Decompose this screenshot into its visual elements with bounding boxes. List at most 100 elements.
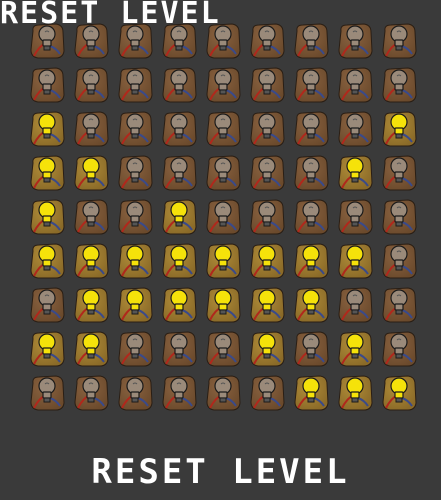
light-tile[interactable] [160, 330, 198, 368]
light-tile[interactable] [28, 110, 66, 148]
lightbulb-off-icon [206, 23, 241, 59]
light-tile[interactable] [248, 22, 286, 60]
light-tile[interactable] [116, 22, 154, 60]
lightbulb-on-icon [162, 199, 197, 235]
lightbulb-off-icon [162, 23, 197, 59]
light-tile[interactable] [28, 22, 66, 60]
lightbulb-off-icon [338, 287, 373, 323]
light-tile[interactable] [204, 286, 242, 324]
lightbulb-on-icon [30, 243, 65, 279]
light-tile[interactable] [160, 374, 198, 412]
light-tile[interactable] [72, 66, 110, 104]
light-tile[interactable] [72, 154, 110, 192]
light-tile[interactable] [72, 330, 110, 368]
light-tile[interactable] [28, 330, 66, 368]
light-tile[interactable] [380, 286, 418, 324]
light-tile[interactable] [28, 242, 66, 280]
light-tile[interactable] [116, 374, 154, 412]
light-tile[interactable] [336, 110, 374, 148]
light-tile[interactable] [116, 154, 154, 192]
light-tile[interactable] [248, 66, 286, 104]
light-tile[interactable] [380, 66, 418, 104]
lightbulb-off-icon [162, 375, 197, 411]
light-tile[interactable] [292, 22, 330, 60]
lightbulb-off-icon [338, 23, 373, 59]
light-tile[interactable] [292, 242, 330, 280]
lightbulb-off-icon [118, 331, 153, 367]
lightbulb-off-icon [162, 155, 197, 191]
light-tile[interactable] [72, 198, 110, 236]
lightbulb-off-icon [74, 199, 109, 235]
light-tile[interactable] [160, 66, 198, 104]
light-tile[interactable] [336, 330, 374, 368]
light-tile[interactable] [72, 374, 110, 412]
light-tile[interactable] [204, 66, 242, 104]
light-tile[interactable] [380, 22, 418, 60]
light-tile[interactable] [116, 66, 154, 104]
light-grid [28, 22, 420, 418]
light-tile[interactable] [204, 110, 242, 148]
light-tile[interactable] [204, 22, 242, 60]
light-tile[interactable] [160, 22, 198, 60]
lightbulb-off-icon [382, 67, 417, 103]
light-tile[interactable] [336, 154, 374, 192]
light-tile[interactable] [116, 286, 154, 324]
lightbulb-off-icon [382, 155, 417, 191]
light-tile[interactable] [292, 154, 330, 192]
light-tile[interactable] [336, 374, 374, 412]
lightbulb-on-icon [74, 331, 109, 367]
light-tile[interactable] [28, 198, 66, 236]
light-tile[interactable] [248, 110, 286, 148]
light-tile[interactable] [116, 242, 154, 280]
light-tile[interactable] [336, 286, 374, 324]
light-tile[interactable] [116, 330, 154, 368]
light-tile[interactable] [204, 242, 242, 280]
light-tile[interactable] [72, 242, 110, 280]
light-tile[interactable] [28, 154, 66, 192]
light-tile[interactable] [292, 66, 330, 104]
light-tile[interactable] [380, 330, 418, 368]
light-tile[interactable] [380, 110, 418, 148]
light-tile[interactable] [204, 198, 242, 236]
lightbulb-off-icon [294, 155, 329, 191]
light-tile[interactable] [380, 242, 418, 280]
light-tile[interactable] [292, 374, 330, 412]
light-tile[interactable] [336, 242, 374, 280]
light-tile[interactable] [204, 154, 242, 192]
light-tile[interactable] [248, 242, 286, 280]
light-tile[interactable] [116, 110, 154, 148]
light-tile[interactable] [28, 286, 66, 324]
light-tile[interactable] [248, 154, 286, 192]
light-tile[interactable] [248, 330, 286, 368]
light-tile[interactable] [380, 374, 418, 412]
light-tile[interactable] [380, 198, 418, 236]
light-tile[interactable] [72, 286, 110, 324]
light-tile[interactable] [380, 154, 418, 192]
light-tile[interactable] [336, 198, 374, 236]
light-tile[interactable] [248, 374, 286, 412]
light-tile[interactable] [336, 66, 374, 104]
light-tile[interactable] [72, 22, 110, 60]
light-tile[interactable] [204, 374, 242, 412]
light-tile[interactable] [204, 330, 242, 368]
light-tile[interactable] [336, 22, 374, 60]
light-tile[interactable] [292, 110, 330, 148]
light-tile[interactable] [28, 66, 66, 104]
lightbulb-off-icon [382, 23, 417, 59]
light-tile[interactable] [160, 242, 198, 280]
light-tile[interactable] [160, 198, 198, 236]
light-tile[interactable] [160, 154, 198, 192]
light-tile[interactable] [160, 110, 198, 148]
light-tile[interactable] [248, 198, 286, 236]
light-tile[interactable] [116, 198, 154, 236]
light-tile[interactable] [72, 110, 110, 148]
light-tile[interactable] [248, 286, 286, 324]
light-tile[interactable] [28, 374, 66, 412]
lightbulb-off-icon [162, 331, 197, 367]
light-tile[interactable] [292, 286, 330, 324]
reset-level-button[interactable]: RESET LEVEL [0, 452, 441, 492]
lightbulb-off-icon [30, 23, 65, 59]
light-tile[interactable] [160, 286, 198, 324]
light-tile[interactable] [292, 330, 330, 368]
light-tile[interactable] [292, 198, 330, 236]
